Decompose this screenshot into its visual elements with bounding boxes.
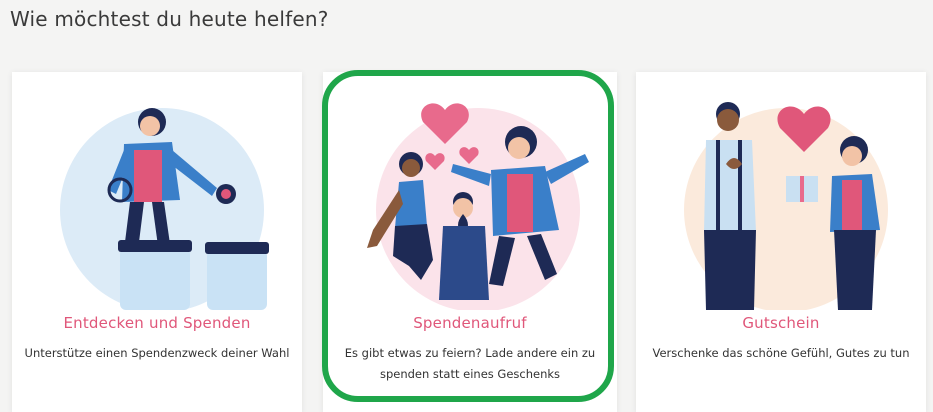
- card-title: Gutschein: [742, 314, 820, 332]
- card-title: Entdecken und Spenden: [63, 314, 251, 332]
- card-description: Verschenke das schöne Gefühl, Gutes zu t…: [652, 346, 910, 360]
- card-voucher[interactable]: Gutschein Verschenke das schöne Gefühl, …: [636, 72, 926, 412]
- card-description: Unterstütze einen Spendenzweck deiner Wa…: [24, 346, 290, 360]
- card-title: Spendenaufruf: [413, 314, 527, 332]
- gift-voucher-illustration: [684, 102, 888, 310]
- page-heading: Wie möchtest du heute helfen?: [10, 7, 329, 31]
- card-description: Es gibt etwas zu feiern? Lade andere ein…: [344, 346, 596, 381]
- card-fundraiser[interactable]: Spendenaufruf Es gibt etwas zu feiern? L…: [323, 72, 617, 412]
- card-discover-donate[interactable]: Entdecken und Spenden Unterstütze einen …: [12, 72, 302, 412]
- woman-donating-illustration: [60, 108, 269, 310]
- people-celebrating-illustration: [367, 103, 589, 310]
